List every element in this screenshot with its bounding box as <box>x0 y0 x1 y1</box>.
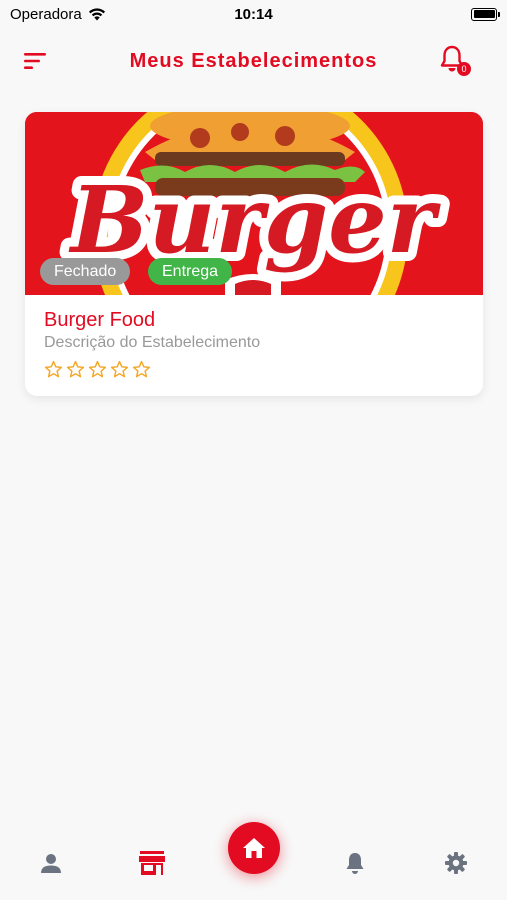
wifi-icon <box>88 8 105 21</box>
establishment-name: Burger Food <box>44 309 156 331</box>
filter-menu-button[interactable] <box>22 49 48 73</box>
star-icon <box>66 360 85 378</box>
rating-stars <box>44 360 464 379</box>
status-left: Operadora <box>10 6 106 23</box>
establishment-description: Descrição do Estabelecimento <box>44 334 261 351</box>
notifications-button[interactable]: 0 <box>437 44 471 78</box>
profile-icon <box>41 854 61 873</box>
app-header: Meus Estabelecimentos 0 <box>0 36 507 86</box>
establishment-card[interactable]: Burger Burger Fechado Entrega Burger Foo… <box>25 112 483 396</box>
establishment-info: Burger Food Descrição do Estabelecimento <box>25 295 483 393</box>
nav-notifications[interactable] <box>340 848 370 878</box>
nav-profile[interactable] <box>36 848 66 878</box>
gear-icon <box>445 852 467 874</box>
page-title: Meus Estabelecimentos <box>129 49 378 72</box>
star-icon <box>110 360 129 378</box>
service-tag-delivery: Entrega <box>148 258 233 285</box>
home-button[interactable] <box>228 822 280 874</box>
battery-icon <box>471 7 500 21</box>
notification-badge: 0 <box>457 62 471 76</box>
nav-establishments[interactable] <box>137 848 167 878</box>
home-icon <box>243 838 265 858</box>
star-icon <box>132 360 151 378</box>
bell-icon <box>346 853 364 874</box>
nav-settings[interactable] <box>441 848 471 878</box>
store-icon <box>139 851 165 875</box>
sort-menu-icon <box>24 53 46 69</box>
establishment-banner: Burger Burger Fechado Entrega <box>25 112 483 295</box>
banner-title-fill: Burger <box>68 166 442 274</box>
status-bar: Operadora 10:14 <box>0 0 507 28</box>
bottom-navigation <box>0 822 507 900</box>
star-icon <box>88 360 107 378</box>
carrier-label: Operadora <box>10 5 82 23</box>
star-icon <box>44 360 63 378</box>
status-tag-closed: Fechado <box>40 258 131 285</box>
